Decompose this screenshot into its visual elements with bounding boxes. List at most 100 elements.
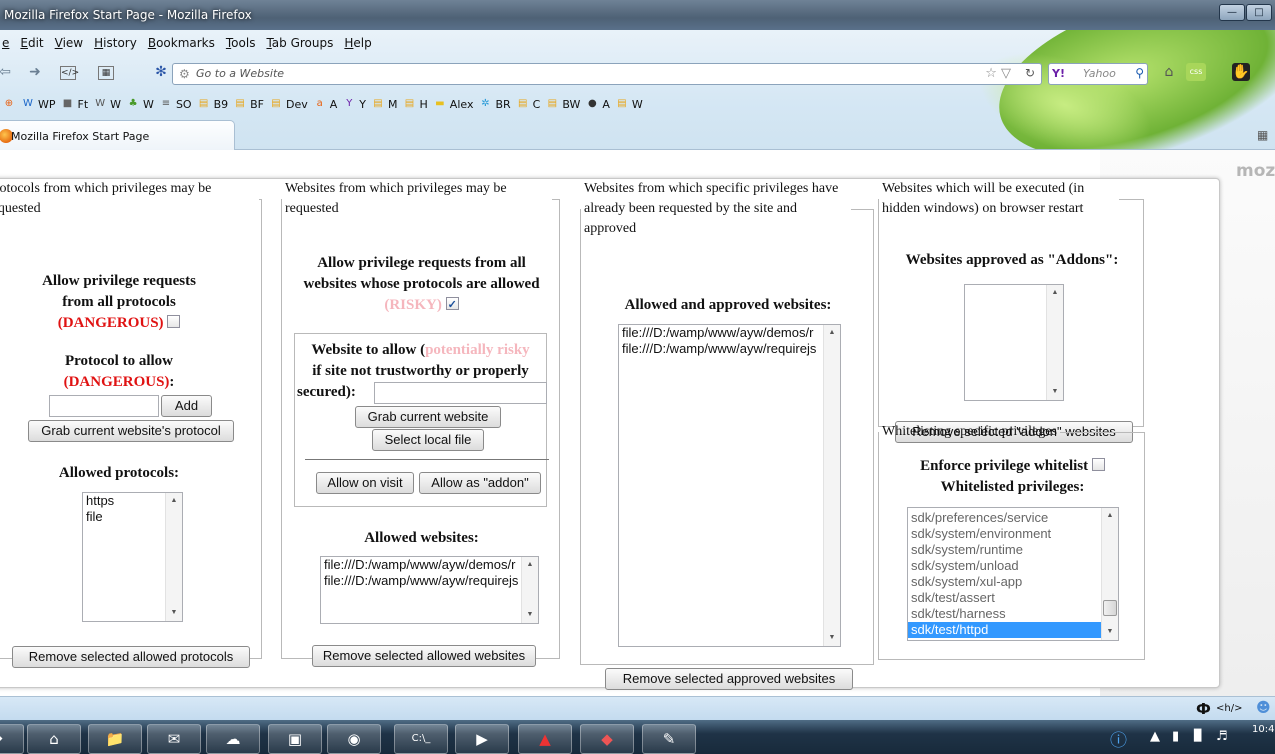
enforce-whitelist-checkbox[interactable] (1091, 458, 1105, 471)
explorer-icon[interactable]: 📁 (88, 724, 142, 754)
bookmark-item[interactable]: ▤ BW (545, 97, 581, 111)
list-option[interactable]: file:///D:/wamp/www/ayw/requirejs (619, 341, 840, 357)
bookmark-item[interactable]: ▤ BF (233, 97, 264, 111)
menu-item-history[interactable]: History (94, 32, 137, 54)
list-option[interactable]: file:///D:/wamp/www/ayw/demos/r (619, 325, 840, 341)
list-option[interactable]: sdk/test/httpd (908, 622, 1101, 638)
list-scrollbar[interactable]: ▲ ▼ (823, 325, 840, 646)
command-prompt-icon[interactable]: C:\_ (394, 724, 448, 754)
tab-groups-icon[interactable]: ▦ (1257, 128, 1271, 142)
menu-item-edit[interactable]: Edit (20, 32, 43, 54)
allowed-websites-list[interactable]: file:///D:/wamp/www/ayw/demos/r file:///D… (320, 556, 539, 624)
list-option[interactable]: sdk/preferences/service (908, 510, 1101, 526)
show-hidden-icons[interactable]: ▲ (1150, 729, 1160, 744)
notepad-icon[interactable]: ✎ (642, 724, 696, 754)
bookmark-item[interactable]: ▤ C (516, 97, 540, 111)
select-local-file-button[interactable]: Select local file (372, 429, 484, 451)
search-icon[interactable]: ⚲ (1135, 66, 1144, 80)
css-icon[interactable]: css (1186, 63, 1206, 81)
list-option[interactable]: file:///D:/wamp/www/ayw/demos/r (321, 557, 538, 573)
signal-icon[interactable]: ▉ (1194, 729, 1202, 742)
grab-protocol-button[interactable]: Grab current website's protocol (28, 420, 234, 442)
list-scrollbar[interactable]: ▲ ▼ (165, 493, 182, 621)
maximize-button[interactable]: □ (1246, 4, 1272, 21)
add-protocol-button[interactable]: Add (161, 395, 212, 417)
start-button[interactable]: ❖ (0, 724, 24, 754)
bookmark-item[interactable]: W WP (21, 97, 55, 111)
search-box[interactable]: Y! Yahoo ⚲ (1048, 63, 1148, 85)
bookmark-item[interactable]: aA (313, 97, 338, 111)
yahoo-engine-icon[interactable]: Y! (1052, 67, 1065, 80)
menu-item-tab-groups[interactable]: Tab Groups (266, 32, 333, 54)
bookmark-item[interactable]: WW (93, 97, 121, 111)
list-option[interactable]: sdk/system/environment (908, 526, 1101, 542)
bookmark-item[interactable]: ♣ W (126, 97, 154, 111)
html-tidy-icon[interactable]: <h/> (1216, 703, 1242, 714)
tab-start-page[interactable]: Mozilla Firefox Start Page (0, 120, 235, 150)
info-tray-icon[interactable]: ⓘ (1110, 726, 1127, 751)
scrollbar-thumb[interactable] (1103, 599, 1117, 616)
remove-allowed-websites-button[interactable]: Remove selected allowed websites (312, 645, 536, 667)
pdf-icon[interactable]: ▲ (518, 724, 572, 754)
bookmark-item[interactable]: ■ Ft (61, 97, 88, 111)
clock[interactable]: 10:4 (1252, 724, 1274, 735)
network-icon[interactable]: ☁ (206, 724, 260, 754)
view-source-icon[interactable]: </> (60, 66, 79, 80)
addon-websites-list[interactable]: ▲ ▼ (964, 284, 1064, 401)
bookmark-star-icon[interactable]: ☆ ▽ (985, 66, 1011, 81)
bookmark-item[interactable]: ▤ Dev (269, 97, 307, 111)
bookmark-item[interactable]: ▤ W (615, 97, 643, 111)
grab-current-website-button[interactable]: Grab current website (355, 406, 501, 428)
menu-item-e[interactable]: e (2, 32, 9, 54)
url-bar[interactable]: ⚙ Go to a Website ☆ ▽ ↻ (172, 63, 1042, 85)
bookmark-item[interactable]: ▬ Alex (433, 97, 473, 111)
firefox-taskbar-icon[interactable]: ◉ (327, 724, 381, 754)
allow-all-websites-checkbox[interactable] (445, 295, 459, 316)
list-scrollbar[interactable]: ▲ ▼ (521, 557, 538, 623)
website-input[interactable] (374, 382, 547, 404)
git-icon[interactable]: ◆ (580, 724, 634, 754)
forward-arrow-icon[interactable]: ➜ (26, 63, 44, 81)
bookmark-item[interactable]: ≡ SO (159, 97, 192, 111)
volume-icon[interactable]: ♬ (1216, 729, 1228, 744)
bookmark-item[interactable]: YY (342, 97, 366, 111)
list-option[interactable]: sdk/system/xul-app (908, 574, 1101, 590)
list-option[interactable]: file:///D:/wamp/www/ayw/requirejs (321, 573, 538, 589)
bookmark-item[interactable]: ▤ H (403, 97, 428, 111)
allowed-protocols-list[interactable]: https file ▲ ▼ (82, 492, 183, 622)
menu-item-view[interactable]: View (55, 32, 83, 54)
bookmark-item[interactable]: ▤ M (371, 97, 397, 111)
w3c-icon[interactable]: Ф (1196, 700, 1211, 718)
app-icon[interactable]: ▣ (268, 724, 322, 754)
list-option[interactable]: sdk/test/harness (908, 606, 1101, 622)
bookmark-item[interactable]: ● A (585, 97, 610, 111)
thunderbird-icon[interactable]: ✉ (147, 724, 201, 754)
html-validator-icon[interactable]: ▦ (98, 66, 114, 80)
menu-item-bookmarks[interactable]: Bookmarks (148, 32, 215, 54)
hand-tool-icon[interactable]: ✋ (1232, 63, 1250, 81)
menu-item-help[interactable]: Help (344, 32, 371, 54)
power-icon[interactable]: ▮ (1172, 729, 1179, 744)
home-folder-icon[interactable]: ⌂ (27, 724, 81, 754)
list-scrollbar[interactable]: ▲ ▼ (1101, 508, 1118, 640)
list-scrollbar[interactable]: ▲ ▼ (1046, 285, 1063, 400)
protocol-input[interactable] (49, 395, 159, 417)
dev-tool-icon[interactable]: ✻ (152, 63, 170, 81)
list-option[interactable]: sdk/system/unload (908, 558, 1101, 574)
menu-item-tools[interactable]: Tools (226, 32, 256, 54)
home-icon[interactable]: ⌂ (1160, 63, 1178, 81)
list-option[interactable]: sdk/system/runtime (908, 542, 1101, 558)
person-icon[interactable]: ☻ (1256, 700, 1271, 716)
approved-websites-list[interactable]: file:///D:/wamp/www/ayw/demos/r file:///D… (618, 324, 841, 647)
allow-on-visit-button[interactable]: Allow on visit (316, 472, 414, 494)
remove-allowed-protocols-button[interactable]: Remove selected allowed protocols (12, 646, 250, 668)
back-arrow-icon[interactable]: ⇦ (0, 63, 14, 81)
bookmark-item[interactable]: ✲ BR (478, 97, 510, 111)
minimize-button[interactable]: — (1219, 4, 1245, 21)
allow-as-addon-button[interactable]: Allow as "addon" (419, 472, 541, 494)
bookmark-item[interactable]: ▤ B9 (197, 97, 228, 111)
bookmark-item[interactable]: ⊕ (2, 97, 16, 111)
remove-approved-websites-button[interactable]: Remove selected approved websites (605, 668, 853, 690)
allow-all-protocols-checkbox[interactable] (167, 315, 181, 328)
list-option[interactable]: sdk/test/assert (908, 590, 1101, 606)
